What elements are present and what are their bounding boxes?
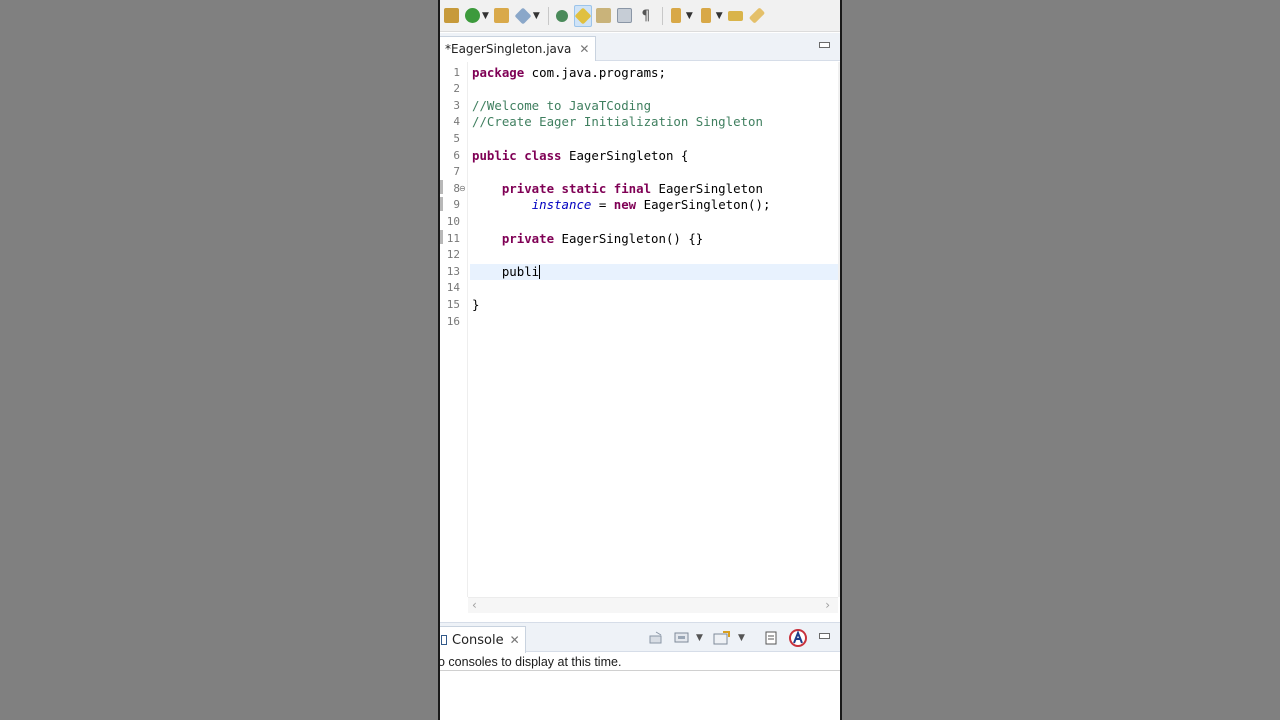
toolbar-separator (661, 6, 663, 25)
package-icon[interactable] (442, 5, 460, 27)
line-number: 5 (453, 131, 460, 145)
code-line[interactable]: private static final EagerSingleton (470, 181, 838, 198)
minimize-icon[interactable] (819, 42, 830, 48)
code-text: } (472, 296, 480, 312)
line-number: 8 (453, 181, 460, 195)
editor-tab-title: *EagerSingleton.java (445, 42, 572, 56)
line-number: 9 (453, 198, 460, 212)
back-icon[interactable] (727, 5, 745, 27)
console-tab-bar: Console ✕ ▼ ▼ (440, 622, 840, 653)
next-annotation-icon[interactable] (667, 5, 685, 27)
console-message: o consoles to display at this time. (438, 655, 622, 669)
code-line[interactable]: //Welcome to JavaTCoding (470, 98, 838, 115)
horizontal-scrollbar[interactable]: ‹ › (468, 597, 838, 613)
line-number: 10 (446, 214, 460, 228)
block-selection-icon[interactable] (616, 5, 634, 27)
line-number: 6 (453, 148, 460, 162)
run-icon[interactable] (463, 5, 481, 27)
vertical-scrollbar[interactable] (838, 62, 840, 597)
line-number: 2 (453, 82, 460, 96)
minimize-icon[interactable] (819, 633, 830, 639)
line-number: 14 (446, 281, 460, 295)
open-console-icon[interactable] (713, 629, 731, 647)
code-line[interactable]: //Create Eager Initialization Singleton (470, 114, 838, 131)
quick-access-icon[interactable] (514, 5, 532, 27)
field-name: instance (531, 197, 592, 213)
code-text: = (591, 197, 614, 213)
run-dropdown-icon[interactable]: ▼ (482, 11, 489, 21)
current-code-line[interactable]: publi (470, 263, 838, 281)
toggle-mark-icon[interactable] (595, 5, 613, 27)
console-output: o consoles to display at this time. (440, 653, 840, 720)
code-text: EagerSingleton { (561, 147, 689, 163)
quick-access-dropdown-icon[interactable]: ▼ (533, 11, 540, 21)
keyword: package (472, 64, 525, 80)
code-text: EagerSingleton() {} (554, 230, 704, 246)
console-view-menu-icon[interactable] (764, 629, 778, 647)
close-icon[interactable]: ✕ (579, 42, 589, 56)
display-console-icon[interactable] (674, 629, 690, 647)
line-number: 12 (446, 248, 460, 262)
code-line[interactable]: package com.java.programs; (470, 65, 838, 82)
line-number: 4 (453, 115, 460, 129)
console-icon (441, 635, 447, 645)
console-tab-label: Console (452, 632, 504, 648)
scroll-right-icon[interactable]: › (825, 598, 830, 613)
console-tab[interactable]: Console ✕ (440, 626, 526, 653)
comment: //Welcome to JavaTCoding (472, 97, 652, 113)
code-line[interactable]: private EagerSingleton() {} (470, 231, 838, 248)
editor-tab-eagersingleton[interactable]: *EagerSingleton.java ✕ (440, 36, 596, 61)
display-console-dropdown-icon[interactable]: ▼ (696, 629, 703, 647)
line-number-gutter: 1 2 3 4 5 6 7 8 ⊖ 9 10 11 12 13 14 15 16 (440, 62, 468, 597)
main-toolbar: ▼ ▼ ¶ ▼ ▼ (440, 0, 840, 32)
fold-collapse-icon[interactable]: ⊖ (459, 181, 466, 198)
editor-tab-bar: *EagerSingleton.java ✕ (440, 33, 840, 61)
pin-console-icon[interactable] (648, 629, 664, 647)
keyword: private static final (501, 180, 652, 196)
line-number: 11 (446, 231, 460, 245)
keyword: new (613, 197, 637, 213)
line-number: 3 (453, 98, 460, 112)
next-annotation-dropdown-icon[interactable]: ▼ (686, 11, 693, 21)
line-number: 7 (453, 165, 460, 179)
show-whitespace-icon[interactable]: ¶ (637, 5, 655, 27)
previous-annotation-dropdown-icon[interactable]: ▼ (716, 11, 723, 21)
highlight-icon[interactable] (573, 4, 592, 27)
line-number: 1 (453, 65, 460, 79)
code-line[interactable]: } (470, 297, 838, 314)
code-line[interactable]: public class EagerSingleton { (470, 148, 838, 165)
search-icon[interactable] (553, 5, 571, 27)
keyword: private (501, 230, 555, 246)
scroll-left-icon[interactable]: ‹ (472, 598, 477, 613)
close-icon[interactable]: ✕ (510, 633, 520, 647)
toolbar-separator (547, 6, 549, 25)
open-console-dropdown-icon[interactable]: ▼ (738, 629, 745, 647)
code-text: publi (501, 263, 540, 279)
line-number: 16 (446, 314, 460, 328)
text-cursor (539, 265, 541, 280)
forward-icon[interactable] (748, 5, 766, 27)
divider (440, 670, 840, 671)
previous-annotation-icon[interactable] (697, 5, 715, 27)
line-number: 13 (446, 264, 460, 278)
ide-window: ▼ ▼ ¶ ▼ ▼ *EagerSingleton.java ✕ 1 2 3 4… (438, 0, 842, 720)
comment: //Create Eager Initialization Singleton (472, 114, 763, 130)
keyword: public class (472, 147, 562, 163)
code-text: EagerSingleton(); (636, 197, 771, 213)
code-text: com.java.programs; (524, 64, 666, 80)
line-number: 15 (446, 297, 460, 311)
code-line[interactable]: instance = new EagerSingleton(); (470, 197, 838, 214)
terminate-icon[interactable] (789, 629, 807, 647)
code-editor[interactable]: 1 2 3 4 5 6 7 8 ⊖ 9 10 11 12 13 14 15 16… (440, 62, 838, 597)
open-type-icon[interactable] (493, 5, 511, 27)
code-text: EagerSingleton (651, 180, 763, 196)
